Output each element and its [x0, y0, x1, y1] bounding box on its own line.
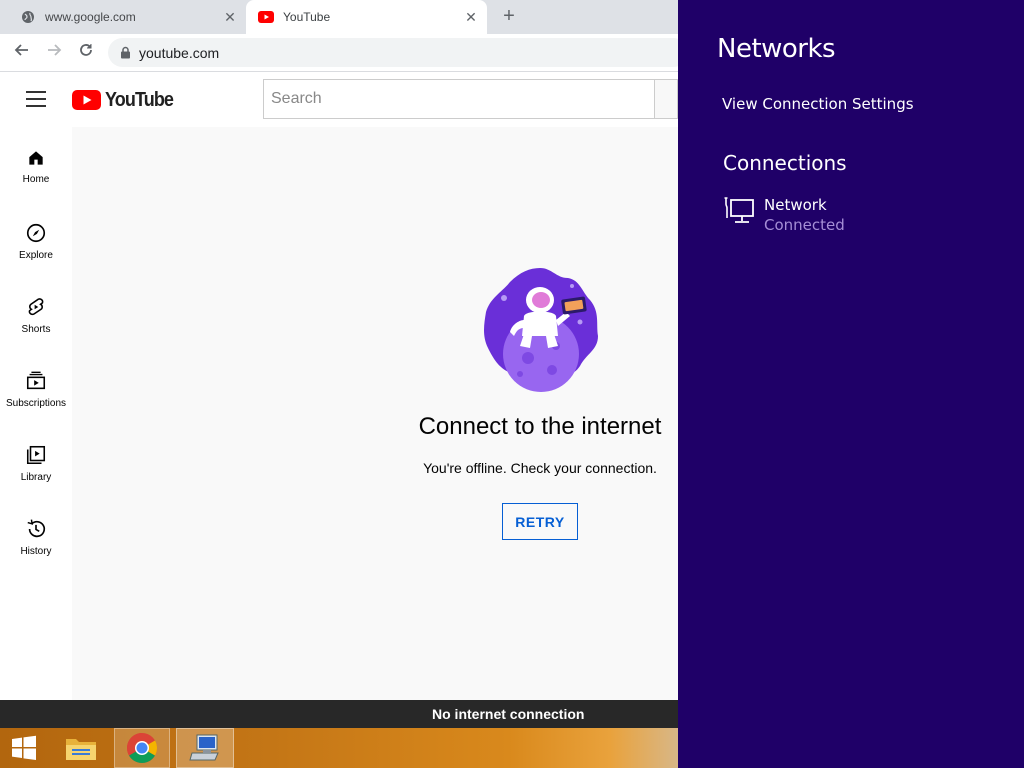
connection-status: Connected — [764, 216, 845, 234]
search-input[interactable] — [263, 79, 655, 119]
guide-item-label: Library — [20, 472, 52, 483]
compass-icon — [26, 223, 46, 243]
tab-google[interactable]: www.google.com ✕ — [8, 0, 246, 34]
taskbar-file-explorer[interactable] — [56, 728, 106, 768]
networks-panel: Networks View Connection Settings Connec… — [678, 0, 1024, 768]
arrow-left-icon — [14, 44, 28, 56]
offline-snackbar: No internet connection — [0, 700, 678, 728]
tab-youtube[interactable]: YouTube ✕ — [246, 0, 487, 34]
tab-title: YouTube — [283, 10, 331, 24]
guide-item-subscriptions[interactable]: Subscriptions — [0, 349, 72, 423]
networks-title: Networks — [717, 34, 836, 64]
guide-sidebar: Home Explore Shorts Subscriptions Librar… — [0, 127, 72, 700]
taskbar-chrome[interactable] — [114, 728, 170, 768]
connection-item[interactable]: Network Connected — [723, 194, 1003, 240]
menu-icon[interactable] — [26, 91, 46, 107]
arrow-right-icon — [48, 44, 62, 56]
reload-icon — [80, 44, 92, 56]
guide-item-label: Home — [22, 174, 50, 185]
wired-network-icon — [724, 197, 754, 223]
shorts-icon — [28, 298, 44, 316]
guide-item-explore[interactable]: Explore — [0, 201, 72, 275]
subscriptions-icon — [26, 371, 46, 390]
guide-item-label: History — [20, 546, 52, 557]
home-icon — [29, 151, 43, 165]
start-button[interactable] — [0, 728, 48, 768]
windows-logo-icon — [12, 735, 36, 760]
guide-item-label: Subscriptions — [5, 398, 67, 409]
globe-icon — [20, 9, 36, 25]
folder-icon — [66, 739, 96, 760]
tab-close-icon[interactable]: ✕ — [463, 9, 479, 25]
tab-close-icon[interactable]: ✕ — [222, 9, 238, 25]
back-button[interactable] — [12, 42, 32, 62]
offline-title: Connect to the internet — [418, 413, 662, 440]
chrome-icon — [126, 733, 158, 764]
guide-item-label: Shorts — [21, 324, 51, 335]
computer-icon — [189, 734, 219, 761]
browser-toolbar: youtube.com — [0, 34, 688, 72]
library-icon — [26, 445, 46, 465]
youtube-logo[interactable]: YouTube — [72, 89, 181, 111]
retry-button[interactable]: RETRY — [502, 503, 578, 540]
guide-item-shorts[interactable]: Shorts — [0, 275, 72, 349]
guide-item-library[interactable]: Library — [0, 423, 72, 497]
guide-item-home[interactable]: Home — [0, 127, 72, 201]
guide-item-label: Explore — [19, 250, 53, 261]
youtube-header: YouTube — [0, 72, 678, 127]
browser-tab-strip: www.google.com ✕ YouTube ✕ + — [0, 0, 678, 34]
view-connection-settings-link[interactable]: View Connection Settings — [722, 95, 914, 113]
reload-button[interactable] — [76, 42, 96, 62]
youtube-play-icon — [72, 90, 101, 110]
forward-button[interactable] — [44, 42, 64, 62]
address-text: youtube.com — [139, 44, 220, 61]
youtube-favicon-icon — [258, 9, 274, 25]
offline-message: You're offline. Check your connection. — [423, 460, 657, 476]
guide-item-history[interactable]: History — [0, 497, 72, 571]
connection-name: Network — [764, 196, 827, 214]
taskbar — [0, 728, 678, 768]
search-button[interactable] — [655, 79, 678, 119]
lock-icon — [121, 46, 130, 59]
taskbar-remote-desktop[interactable] — [176, 728, 234, 768]
youtube-wordmark: YouTube — [105, 88, 174, 111]
astronaut-illustration-icon — [484, 268, 598, 392]
history-icon — [27, 519, 46, 538]
connections-heading: Connections — [723, 151, 847, 175]
new-tab-button[interactable]: + — [498, 6, 520, 28]
tab-title: www.google.com — [45, 10, 136, 24]
address-bar[interactable]: youtube.com — [108, 38, 688, 67]
